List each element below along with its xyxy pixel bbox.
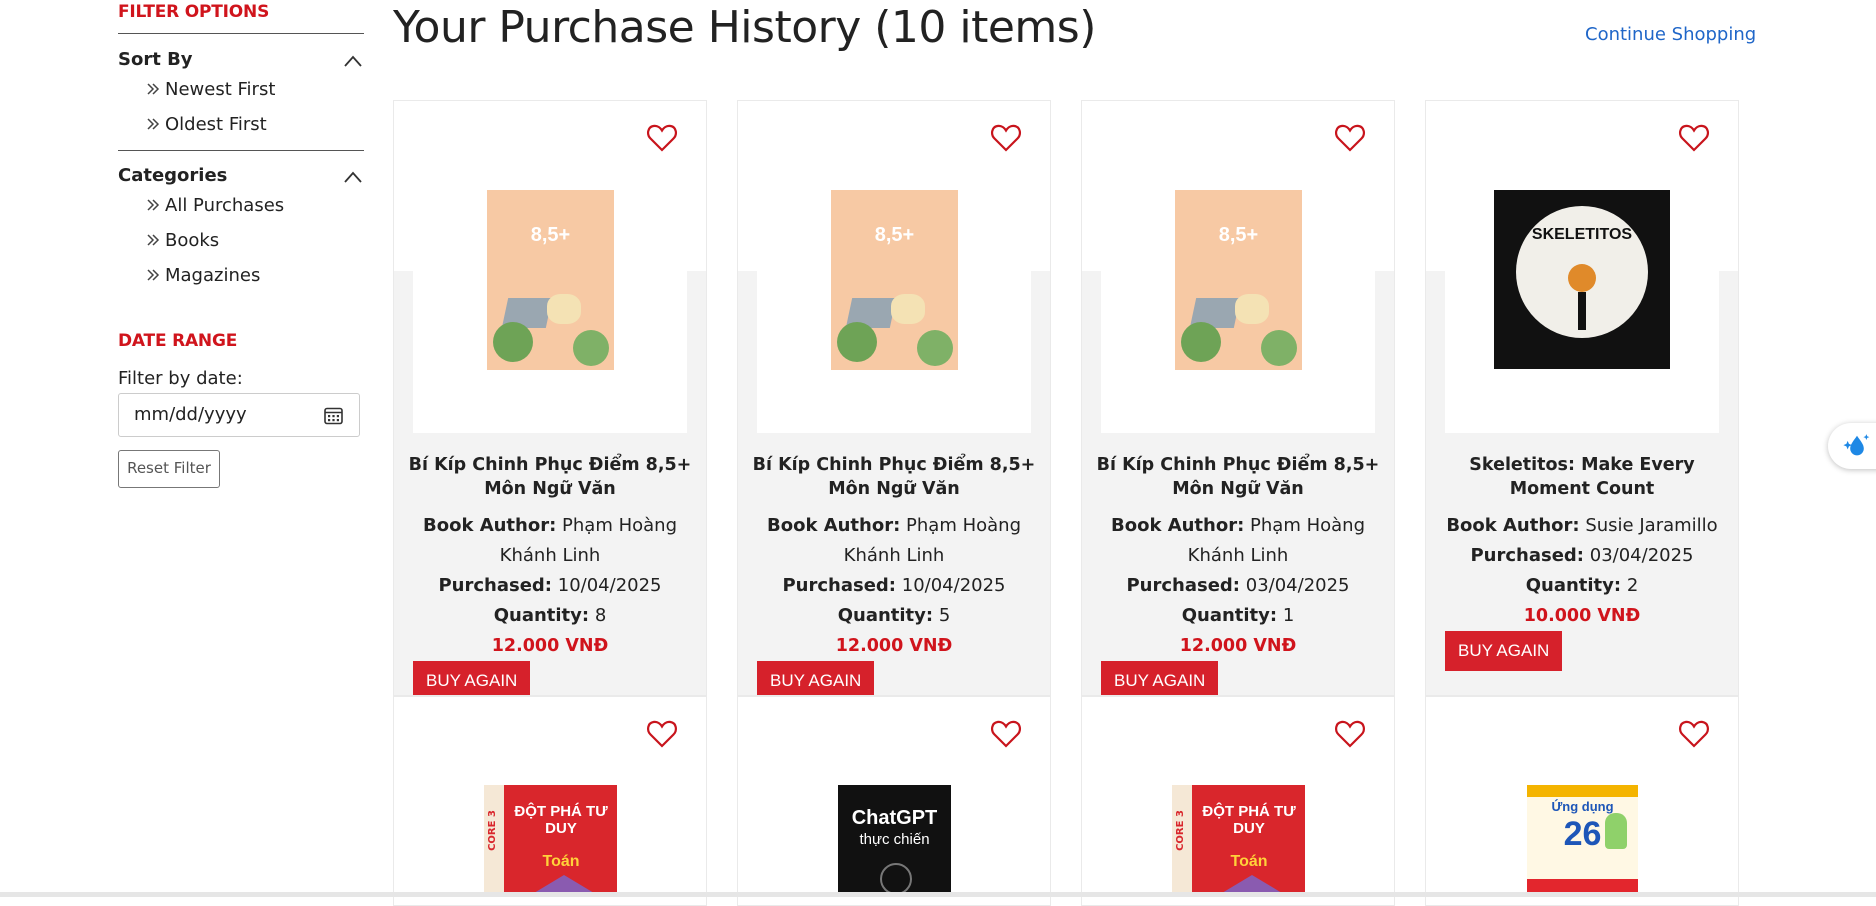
product-card: CORE 3 ĐỘT PHÁ TƯ DUY Toán bbox=[393, 696, 707, 906]
double-chevron-right-icon bbox=[147, 234, 160, 246]
cover-sub-text: thực chiến bbox=[859, 831, 930, 848]
sort-option-label: Newest First bbox=[165, 79, 276, 100]
product-price: 12.000 VNĐ bbox=[835, 636, 953, 656]
double-chevron-right-icon bbox=[147, 269, 160, 281]
product-author: Book Author: Phạm Hoàng Khánh Linh bbox=[423, 515, 677, 566]
heart-icon[interactable] bbox=[646, 719, 678, 749]
cover-side-text: CORE 3 bbox=[1174, 810, 1186, 851]
assistant-fab[interactable] bbox=[1828, 423, 1876, 469]
book-cover-dot-pha-tu-duy-toan: CORE 3 ĐỘT PHÁ TƯ DUY Toán bbox=[1172, 785, 1305, 895]
book-cover-ung-dung-26-hoa-hoc: Ứng dụng 26 bbox=[1527, 785, 1638, 895]
date-placeholder: mm/dd/yyyy bbox=[134, 404, 247, 425]
cover-sub-text: Toán bbox=[1230, 853, 1268, 870]
product-author: Book Author: Susie Jaramillo bbox=[1446, 515, 1718, 536]
chevron-up-icon bbox=[344, 55, 362, 67]
heart-icon[interactable] bbox=[990, 719, 1022, 749]
product-price: 12.000 VNĐ bbox=[491, 636, 609, 656]
heart-icon[interactable] bbox=[1678, 123, 1710, 153]
product-card: ChatGPT thực chiến bbox=[737, 696, 1051, 906]
filter-options-title: FILTER OPTIONS bbox=[118, 2, 270, 22]
horizontal-scrollbar[interactable] bbox=[0, 892, 1876, 897]
purchase-quantity: Quantity: 1 bbox=[1181, 605, 1295, 626]
sparkle-droplet-icon bbox=[1843, 434, 1870, 456]
category-label: Magazines bbox=[165, 265, 261, 286]
product-card: CORE 3 ĐỘT PHÁ TƯ DUY Toán bbox=[1081, 696, 1395, 906]
product-price: 12.000 VNĐ bbox=[1179, 636, 1297, 656]
product-card: 8,5+ Bí Kíp Chinh Phục Điểm 8,5+ Môn Ngữ… bbox=[393, 100, 707, 696]
categories-label: Categories bbox=[118, 165, 228, 186]
product-card: 8,5+ Bí Kíp Chinh Phục Điểm 8,5+ Môn Ngữ… bbox=[737, 100, 1051, 696]
cover-text: ĐỘT PHÁ TƯ DUY bbox=[514, 803, 608, 837]
page-title: Your Purchase History (10 items) bbox=[393, 2, 1096, 53]
product-title[interactable]: Bí Kíp Chinh Phục Điểm 8,5+ Môn Ngữ Văn bbox=[748, 453, 1040, 501]
heart-icon[interactable] bbox=[1678, 719, 1710, 749]
purchase-date: Purchased: 03/04/2025 bbox=[1470, 545, 1694, 566]
category-magazines[interactable]: Magazines bbox=[146, 265, 260, 286]
cover-text: SKELETITOS bbox=[1531, 226, 1633, 243]
double-chevron-right-icon bbox=[147, 199, 160, 211]
divider bbox=[118, 33, 364, 34]
book-cover-chatgpt-thuc-chien: ChatGPT thực chiến bbox=[838, 785, 951, 895]
product-price: 10.000 VNĐ bbox=[1523, 606, 1641, 626]
product-author: Book Author: Phạm Hoàng Khánh Linh bbox=[1111, 515, 1365, 566]
buy-again-button[interactable]: BUY AGAIN bbox=[757, 661, 875, 695]
heart-icon[interactable] bbox=[646, 123, 678, 153]
purchase-quantity: Quantity: 8 bbox=[493, 605, 607, 626]
book-cover-bi-kip-ngu-van: 8,5+ bbox=[1175, 190, 1302, 370]
buy-again-button[interactable]: BUY AGAIN bbox=[1101, 661, 1219, 695]
purchase-quantity: Quantity: 2 bbox=[1525, 575, 1639, 596]
cover-text: 8,5+ bbox=[530, 224, 571, 246]
cover-text: 8,5+ bbox=[874, 224, 915, 246]
cover-sub-text: Toán bbox=[542, 853, 580, 870]
filter-by-date-label: Filter by date: bbox=[118, 368, 243, 389]
purchase-date: Purchased: 10/04/2025 bbox=[782, 575, 1006, 596]
heart-icon[interactable] bbox=[1334, 123, 1366, 153]
product-title[interactable]: Bí Kíp Chinh Phục Điểm 8,5+ Môn Ngữ Văn bbox=[1092, 453, 1384, 501]
date-range-title: DATE RANGE bbox=[118, 331, 238, 351]
sort-by-header[interactable]: Sort By bbox=[118, 49, 364, 73]
sort-by-label: Sort By bbox=[118, 49, 193, 70]
product-title[interactable]: Bí Kíp Chinh Phục Điểm 8,5+ Môn Ngữ Văn bbox=[404, 453, 696, 501]
divider bbox=[118, 150, 364, 151]
sort-option-newest[interactable]: Newest First bbox=[146, 79, 275, 100]
book-cover-bi-kip-ngu-van: 8,5+ bbox=[487, 190, 614, 370]
double-chevron-right-icon bbox=[147, 83, 160, 95]
cover-text: ChatGPT bbox=[851, 807, 938, 829]
category-books[interactable]: Books bbox=[146, 230, 219, 251]
product-title[interactable]: Skeletitos: Make Every Moment Count bbox=[1436, 453, 1728, 501]
calendar-icon[interactable] bbox=[324, 406, 343, 425]
chevron-up-icon bbox=[344, 171, 362, 183]
product-card: Ứng dụng 26 bbox=[1425, 696, 1739, 906]
sort-option-label: Oldest First bbox=[165, 114, 267, 135]
book-cover-skeletitos: SKELETITOS bbox=[1494, 190, 1670, 369]
product-card: 8,5+ Bí Kíp Chinh Phục Điểm 8,5+ Môn Ngữ… bbox=[1081, 100, 1395, 696]
date-filter-input[interactable]: mm/dd/yyyy bbox=[118, 393, 360, 437]
cover-text: ĐỘT PHÁ TƯ DUY bbox=[1202, 803, 1296, 837]
continue-shopping-link[interactable]: Continue Shopping bbox=[1585, 24, 1756, 45]
categories-header[interactable]: Categories bbox=[118, 165, 364, 189]
book-cover-bi-kip-ngu-van: 8,5+ bbox=[831, 190, 958, 370]
reset-filter-button[interactable]: Reset Filter bbox=[118, 450, 220, 488]
category-label: All Purchases bbox=[165, 195, 285, 216]
category-all-purchases[interactable]: All Purchases bbox=[146, 195, 284, 216]
cover-text: Ứng dụng bbox=[1551, 799, 1614, 814]
category-label: Books bbox=[165, 230, 220, 251]
cover-text: 8,5+ bbox=[1218, 224, 1259, 246]
product-author: Book Author: Phạm Hoàng Khánh Linh bbox=[767, 515, 1021, 566]
heart-icon[interactable] bbox=[1334, 719, 1366, 749]
purchase-date: Purchased: 03/04/2025 bbox=[1126, 575, 1350, 596]
product-card: SKELETITOS Skeletitos: Make Every Moment… bbox=[1425, 100, 1739, 696]
double-chevron-right-icon bbox=[147, 118, 160, 130]
buy-again-button[interactable]: BUY AGAIN bbox=[413, 661, 531, 695]
cover-side-text: CORE 3 bbox=[486, 810, 498, 851]
book-cover-dot-pha-tu-duy-toan: CORE 3 ĐỘT PHÁ TƯ DUY Toán bbox=[484, 785, 617, 895]
heart-icon[interactable] bbox=[990, 123, 1022, 153]
sort-option-oldest[interactable]: Oldest First bbox=[146, 114, 267, 135]
purchase-quantity: Quantity: 5 bbox=[837, 605, 951, 626]
buy-again-button[interactable]: BUY AGAIN bbox=[1445, 631, 1563, 671]
purchase-date: Purchased: 10/04/2025 bbox=[438, 575, 662, 596]
